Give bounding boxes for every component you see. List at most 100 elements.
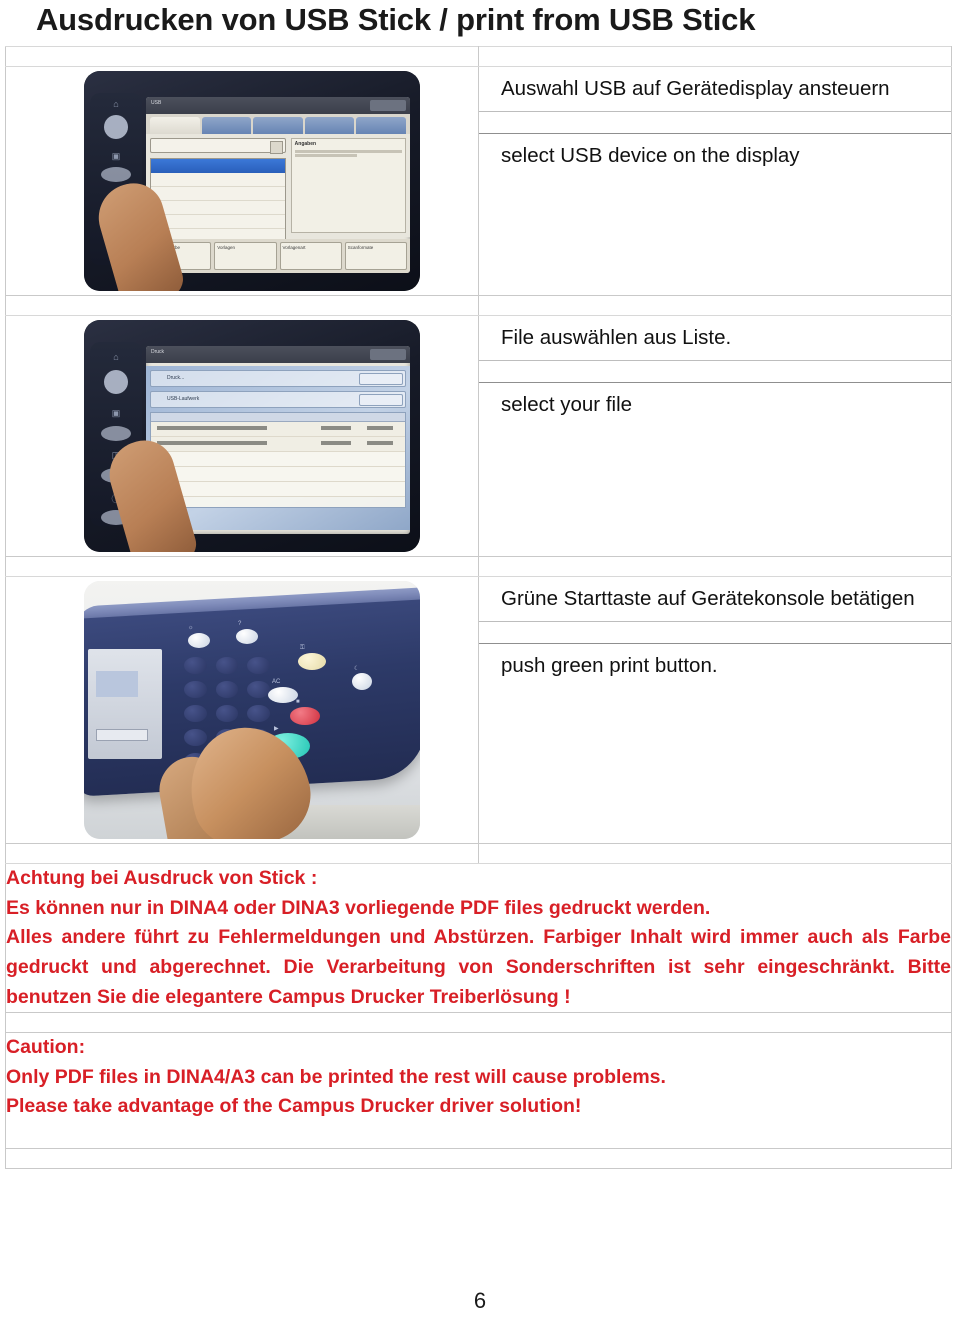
table-spacer-row-2 — [5, 556, 952, 577]
lcd-file-name — [157, 426, 267, 430]
power-saver-button — [352, 673, 372, 690]
language-button — [188, 633, 210, 648]
services-icon: ▣ — [111, 151, 121, 161]
lcd-file-time — [367, 426, 393, 430]
spacer-cell — [5, 1148, 952, 1169]
table-row: ☼ ? ⚿ ☾ AC ■ ▶ Grüne Starttaste auf Gerä… — [5, 576, 952, 844]
spacer-cell — [5, 1012, 952, 1034]
lcd-device-list-row — [151, 187, 285, 201]
lcd-print-bar: Druck... — [150, 370, 406, 387]
lcd-footer-button-label: Vorlagenart — [282, 245, 306, 250]
log-in-out-button — [298, 653, 326, 670]
home-icon: ⌂ — [113, 352, 119, 362]
page-title: Ausdrucken von USB Stick / print from US… — [36, 2, 756, 37]
step-1-photo-cell: ⌂ ▣ ◫ ⓘ USB — [5, 66, 479, 296]
clear-all-button — [268, 687, 298, 703]
clear-all-label: AC — [272, 679, 281, 685]
xerox-touchscreen-file-list-photo: ⌂ ▣ ◫ ⓘ Druck Druck... — [84, 320, 420, 552]
step-1-german-text: Auswahl USB auf Gerätedisplay ansteuern — [479, 67, 951, 113]
printer-side-display-graphic — [96, 671, 138, 697]
lcd-file-date — [321, 441, 351, 445]
services-icon: ▣ — [111, 408, 121, 418]
xerox-touchscreen-usb-selection-photo: ⌂ ▣ ◫ ⓘ USB — [84, 71, 420, 291]
printer-background: ☼ ? ⚿ ☾ AC ■ ▶ — [84, 581, 420, 839]
lcd-file-table — [150, 412, 406, 508]
lcd-device-list-row — [151, 173, 285, 187]
printer-console-green-start-button-photo: ☼ ? ⚿ ☾ AC ■ ▶ — [84, 581, 420, 839]
lcd-device-list-selected-row — [151, 159, 285, 173]
spacer-cell-left — [5, 46, 479, 67]
lcd-content-area: Angaben — [146, 134, 410, 252]
warning-german-heading: Achtung bei Ausdruck von Stick : — [6, 867, 318, 889]
power-saver-label: ☾ — [354, 666, 360, 672]
device-lcd-screen: USB Angaben Vorlagen Vorlagenart Scanfor… — [146, 97, 410, 273]
spacer-cell-right — [478, 556, 952, 577]
lcd-footer-button-label: Scanformate — [347, 245, 374, 250]
lcd-file-row — [151, 422, 405, 437]
lcd-footer-button: Vorlagenart — [279, 242, 342, 270]
lcd-back-button — [359, 394, 403, 406]
keypad-key-3 — [247, 657, 271, 674]
step-1-text-cell: Auswahl USB auf Gerätedisplay ansteuern … — [478, 66, 952, 296]
lcd-device-list-row — [151, 201, 285, 215]
help-button — [236, 629, 258, 644]
lcd-device-list-row — [151, 215, 285, 229]
keypad-key-2 — [215, 657, 239, 674]
lcd-help-button — [370, 99, 406, 111]
lcd-footer-button: Vorlagen — [214, 242, 277, 270]
lcd-path-bar: USB-Laufwerk — [150, 391, 406, 408]
spacer-cell-right — [478, 843, 952, 864]
lcd-status-bar: Druck — [146, 346, 410, 363]
table-spacer-row-top — [5, 46, 952, 67]
step-2-text-cell: File auswählen aus Liste. select your fi… — [478, 315, 952, 557]
spacer-cell-left — [5, 295, 479, 316]
hardware-button-1 — [101, 167, 131, 182]
lcd-file-date — [321, 426, 351, 430]
keypad-row — [184, 681, 271, 698]
lcd-file-row — [151, 437, 405, 452]
lcd-source-dropdown — [150, 138, 286, 154]
lcd-file-row — [151, 452, 405, 467]
lcd-info-caption: Angaben — [294, 141, 317, 147]
home-icon: ⌂ — [113, 99, 119, 109]
keypad-key-4 — [184, 681, 207, 698]
step-2-german-text: File auswählen aus Liste. — [479, 316, 951, 362]
keypad-key-5 — [215, 681, 239, 698]
spacer-cell-right — [478, 295, 952, 316]
lcd-file-name — [157, 441, 267, 445]
step-3-divider — [479, 622, 951, 645]
lcd-status-bar: USB — [146, 97, 410, 114]
step-1-divider — [479, 112, 951, 135]
power-button-icon — [104, 115, 128, 139]
lcd-footer-button: Scanformate — [344, 242, 407, 270]
keypad-key-8 — [215, 705, 239, 722]
lcd-info-pane: Angaben — [290, 138, 406, 233]
lcd-left-pane — [150, 138, 286, 252]
lcd-footer-button-label: Vorlagen — [217, 245, 236, 250]
spacer-cell-left — [5, 843, 479, 864]
table-row: ⌂ ▣ ◫ ⓘ USB — [5, 66, 952, 296]
lcd-info-line — [294, 150, 402, 153]
page-number: 6 — [473, 1288, 487, 1313]
keypad-key-7 — [184, 705, 207, 722]
step-1-english-text: select USB device on the display — [501, 144, 800, 168]
lcd-file-row — [151, 467, 405, 482]
warning-english-cell: Caution: Only PDF files in DINA4/A3 can … — [5, 1032, 952, 1149]
lcd-info-line — [294, 154, 357, 157]
step-3-text-cell: Grüne Starttaste auf Gerätekonsole betät… — [478, 576, 952, 844]
help-button-label: ? — [238, 621, 242, 627]
lcd-status-text: Druck — [151, 349, 165, 355]
warning-german-cell: Achtung bei Ausdruck von Stick : Es könn… — [5, 862, 952, 1014]
lcd-file-row — [151, 482, 405, 497]
spacer-cell-right — [478, 46, 952, 67]
spacer-cell-left — [5, 556, 479, 577]
log-in-out-label: ⚿ — [300, 645, 305, 651]
stop-button — [290, 707, 320, 725]
keypad-key-1 — [184, 657, 207, 674]
warning-row-german: Achtung bei Ausdruck von Stick : Es könn… — [5, 862, 952, 1014]
keypad-key-star — [184, 729, 207, 746]
table-spacer-row-3 — [5, 843, 952, 864]
lcd-help-button — [370, 348, 406, 360]
step-3-english-text: push green print button. — [501, 654, 718, 678]
warning-english-heading: Caution: — [6, 1036, 86, 1059]
